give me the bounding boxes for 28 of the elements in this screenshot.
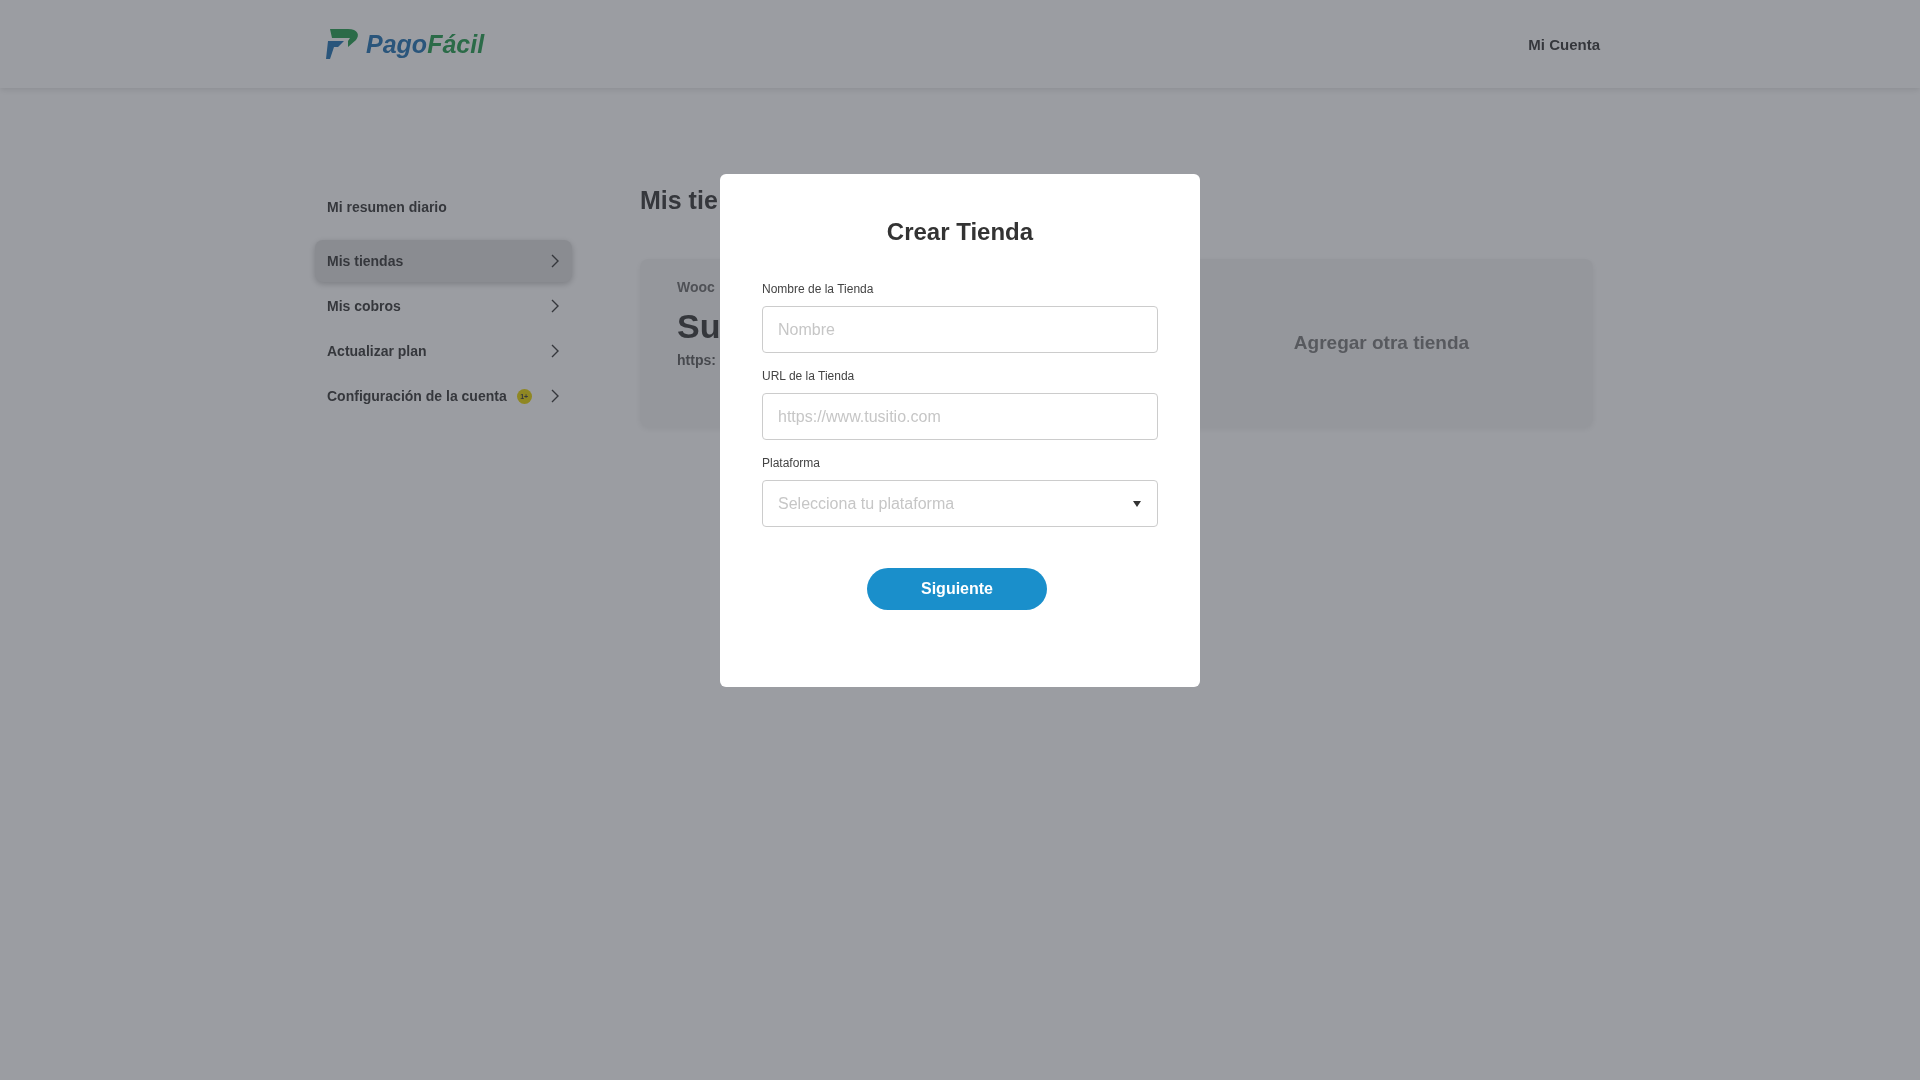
chevron-right-icon <box>550 343 560 359</box>
chevron-right-icon <box>550 298 560 314</box>
input-field[interactable]: https://www.tusitio.com <box>762 393 1158 440</box>
chevron-right-icon <box>550 388 560 404</box>
store-name: Su <box>677 307 721 346</box>
field-label: Nombre de la Tienda <box>762 282 875 296</box>
sidebar-item-label: Mis cobros <box>327 298 401 314</box>
logo[interactable]: PagoFácil <box>326 27 485 61</box>
input-field[interactable]: Nombre <box>762 306 1158 353</box>
sidebar-item-label: Mi resumen diario <box>327 199 447 215</box>
logo-text: PagoFácil <box>366 29 485 59</box>
field-label: URL de la Tienda <box>762 369 856 383</box>
sidebar-item-label: Mis tiendas <box>327 253 404 269</box>
account-link[interactable]: Mi Cuenta <box>1528 35 1600 53</box>
sidebar-item-label: Configuración de la cuenta <box>327 388 507 404</box>
chevron-right-icon <box>550 253 560 269</box>
next-button[interactable]: Siguiente <box>867 568 1047 610</box>
sidebar-item[interactable]: Mi resumen diario <box>315 186 572 228</box>
store-platform: Wooc <box>677 279 715 295</box>
store-url: https: <box>677 352 716 368</box>
sidebar-item[interactable]: Mis tiendas <box>315 240 572 282</box>
modal-title: Crear Tienda <box>885 218 1035 246</box>
sidebar-item[interactable]: Mis cobros <box>315 285 572 327</box>
sidebar-item[interactable]: Actualizar plan <box>315 330 572 372</box>
field-label: Plataforma <box>762 456 822 470</box>
sidebar-item-label: Actualizar plan <box>327 343 427 359</box>
dropdown-caret-icon <box>1132 499 1142 508</box>
page-heading: Mis tie <box>640 186 719 215</box>
